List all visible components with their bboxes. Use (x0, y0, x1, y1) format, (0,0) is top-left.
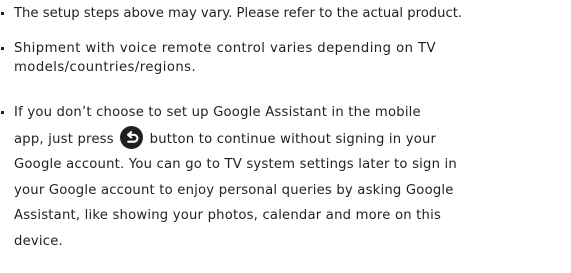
note-text-line: device. (14, 233, 63, 249)
bullet (1, 47, 4, 50)
note-text-line: The setup steps above may vary. Please r… (14, 6, 463, 21)
inline-text: button to continue without signing in yo… (149, 131, 437, 147)
note-text-line: your Google account to enjoy personal qu… (14, 182, 454, 198)
bullet (1, 12, 4, 15)
note-text-line: If you don’t choose to set up Google Ass… (14, 105, 421, 120)
inline-text: app, just press (14, 131, 114, 147)
note-text-line: Google account. You can go to TV system … (14, 157, 457, 172)
note-text-line: Assistant, like showing your photos, cal… (14, 208, 442, 223)
note-shipment-remote: Shipment with voice remote control varie… (0, 39, 571, 77)
note-text-line-with-icon: app, just press button to continue witho… (14, 125, 571, 153)
back-button-icon (120, 125, 144, 149)
bullet (1, 111, 4, 114)
note-text-line: models/countries/regions. (14, 60, 197, 75)
note-google-assistant: If you don’t choose to set up Google Ass… (0, 100, 571, 254)
note-setup-steps: The setup steps above may vary. Please r… (0, 4, 571, 23)
note-text-line: Shipment with voice remote control varie… (14, 41, 437, 56)
